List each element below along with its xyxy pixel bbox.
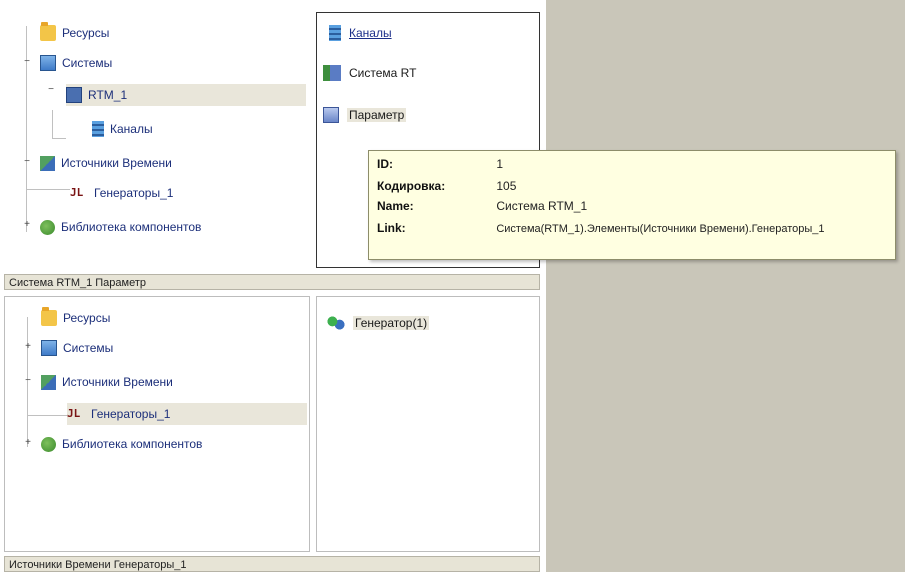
detail-item-label: Система RT (349, 66, 417, 80)
tree-item-channels[interactable]: Каналы (92, 118, 153, 140)
bottom-detail-panel: Генератор(1) (316, 296, 540, 552)
tree-item-component-library[interactable]: Библиотека компонентов (40, 216, 201, 238)
tree-item-time-sources[interactable]: Источники Времени (40, 152, 172, 174)
tooltip-key: Кодировка: (377, 179, 446, 193)
detail-item-label: Параметр (347, 108, 407, 122)
tooltip-value: Система RTM_1 (496, 199, 588, 213)
tree-item-systems[interactable]: Системы (41, 337, 113, 359)
expand-toggle-icon[interactable]: − (22, 156, 32, 167)
device-icon (66, 87, 82, 103)
top-status-bar: Система RTM_1 Параметр (4, 274, 540, 290)
tree-item-generators[interactable]: Генераторы_1 (70, 182, 173, 204)
tree-item-label: Библиотека компонентов (61, 220, 202, 234)
bottom-status-bar: Источники Времени Генераторы_1 (4, 556, 540, 572)
tree-item-generators[interactable]: Генераторы_1 (67, 403, 307, 425)
system-icon (323, 65, 341, 81)
tooltip-row-encoding: Кодировка: 105 (377, 179, 516, 193)
detail-item-generator[interactable]: Генератор(1) (327, 315, 430, 331)
tooltip-key: ID: (377, 157, 393, 171)
detail-item-parameter[interactable]: Параметр (323, 107, 407, 123)
channels-icon (329, 25, 341, 41)
expand-toggle-icon[interactable]: − (22, 56, 32, 67)
tree-item-time-sources[interactable]: Источники Времени (41, 371, 173, 393)
desktop-background (546, 0, 905, 572)
tree-item-systems[interactable]: Системы (40, 52, 112, 74)
tree-item-rtm-1[interactable]: RTM_1 (66, 84, 306, 106)
tree-item-label: Ресурсы (62, 26, 110, 40)
tooltip-row-name: Name: Система RTM_1 (377, 199, 587, 213)
expand-toggle-icon[interactable]: + (23, 437, 33, 448)
tree-item-label: Системы (62, 56, 113, 70)
tooltip-row-id: ID: 1 (377, 157, 503, 171)
tooltip-row-link: Link: Система(RTM_1).Элементы(Источники … (377, 221, 825, 235)
top-tree-panel: − − − + Ресурсы Системы RTM_1 Каналы Ист… (4, 4, 308, 270)
tooltip-key: Link: (377, 221, 406, 235)
tree-item-label: Генераторы_1 (94, 186, 174, 200)
detail-item-label: Генератор(1) (353, 316, 430, 330)
library-icon (41, 436, 56, 452)
systems-icon (41, 340, 57, 356)
tooltip-value: 105 (496, 179, 517, 193)
detail-item-label: Каналы (349, 26, 392, 40)
tree-item-label: Каналы (110, 122, 153, 136)
tree-item-label: Источники Времени (62, 375, 173, 389)
tooltip-value: Система(RTM_1).Элементы(Источники Времен… (496, 223, 825, 235)
generator-icon (67, 407, 85, 421)
systems-icon (40, 55, 56, 71)
expand-toggle-icon[interactable]: + (22, 219, 32, 230)
expand-toggle-icon[interactable]: − (46, 84, 56, 95)
folder-icon (41, 307, 57, 326)
generator-component-icon (327, 315, 345, 331)
tree-item-resources[interactable]: Ресурсы (40, 22, 109, 44)
detail-item-system[interactable]: Система RT (323, 65, 416, 81)
bottom-tree-panel: + − + Ресурсы Системы Источники Времени … (4, 296, 310, 552)
time-sources-icon (40, 155, 55, 171)
tooltip-value: 1 (496, 157, 504, 171)
tooltip-key: Name: (377, 199, 414, 213)
tree-item-label: Ресурсы (63, 311, 111, 325)
tree-item-label: RTM_1 (88, 88, 128, 102)
expand-toggle-icon[interactable]: − (23, 375, 33, 386)
library-icon (40, 219, 55, 235)
tree-item-resources[interactable]: Ресурсы (41, 307, 110, 329)
parameter-icon (323, 107, 339, 123)
detail-item-channels[interactable]: Каналы (329, 25, 392, 41)
tree-item-label: Библиотека компонентов (62, 437, 203, 451)
tree-item-component-library[interactable]: Библиотека компонентов (41, 433, 202, 455)
tree-item-label: Системы (63, 341, 114, 355)
channels-icon (92, 121, 104, 137)
tree-item-label: Генераторы_1 (91, 407, 171, 421)
generator-icon (70, 186, 88, 200)
properties-tooltip: ID: 1 Кодировка: 105 Name: Система RTM_1… (368, 150, 896, 260)
folder-icon (40, 22, 56, 41)
expand-toggle-icon[interactable]: + (23, 341, 33, 352)
time-sources-icon (41, 374, 56, 390)
tree-item-label: Источники Времени (61, 156, 172, 170)
